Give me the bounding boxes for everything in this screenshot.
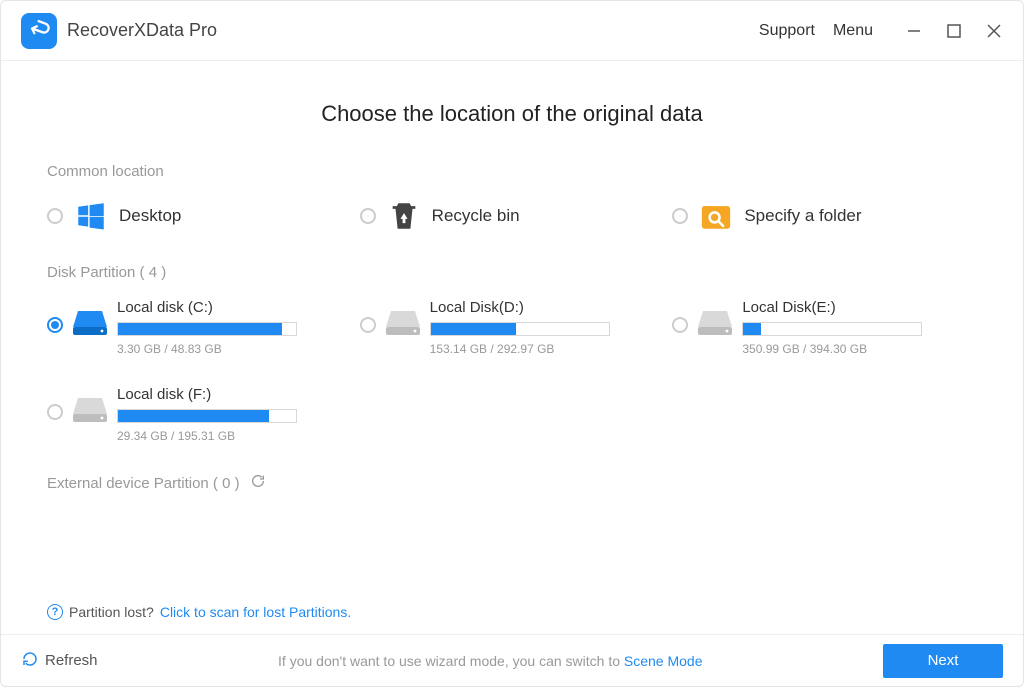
disk-size-text: 3.30 GB / 48.83 GB bbox=[117, 342, 297, 356]
refresh-icon bbox=[21, 650, 39, 672]
location-label: Desktop bbox=[119, 206, 181, 226]
footer-message: If you don't want to use wizard mode, yo… bbox=[98, 653, 883, 669]
disk-usage-bar bbox=[430, 322, 610, 336]
disk-item[interactable]: Local disk (C:) 3.30 GB / 48.83 GB bbox=[47, 299, 352, 356]
disk-size-text: 29.34 GB / 195.31 GB bbox=[117, 429, 297, 443]
scene-mode-link[interactable]: Scene Mode bbox=[624, 653, 703, 669]
drive-icon bbox=[73, 309, 107, 340]
minimize-icon[interactable] bbox=[905, 22, 923, 40]
disk-name: Local disk (C:) bbox=[117, 299, 297, 316]
maximize-icon[interactable] bbox=[945, 22, 963, 40]
footer-bar: Refresh If you don't want to use wizard … bbox=[1, 634, 1023, 686]
drive-icon bbox=[386, 309, 420, 340]
disk-partition-label: Disk Partition ( 4 ) bbox=[47, 264, 977, 281]
app-title: RecoverXData Pro bbox=[67, 20, 759, 41]
drive-icon bbox=[73, 396, 107, 427]
location-specify-folder[interactable]: Specify a folder bbox=[672, 198, 977, 234]
disk-item[interactable]: Local disk (F:) 29.34 GB / 195.31 GB bbox=[47, 386, 977, 443]
refresh-button[interactable]: Refresh bbox=[21, 650, 98, 672]
external-partition-label: External device Partition ( 0 ) bbox=[47, 473, 977, 493]
disk-item[interactable]: Local Disk(D:) 153.14 GB / 292.97 GB bbox=[360, 299, 665, 356]
radio-desktop[interactable] bbox=[47, 208, 63, 224]
location-recyclebin[interactable]: Recycle bin bbox=[360, 198, 665, 234]
disk-name: Local Disk(D:) bbox=[430, 299, 610, 316]
disk-size-text: 153.14 GB / 292.97 GB bbox=[430, 342, 610, 356]
disk-name: Local disk (F:) bbox=[117, 386, 297, 403]
menu-link[interactable]: Menu bbox=[833, 22, 873, 40]
radio-disk[interactable] bbox=[360, 317, 376, 333]
radio-folder[interactable] bbox=[672, 208, 688, 224]
common-location-label: Common location bbox=[47, 163, 977, 180]
close-icon[interactable] bbox=[985, 22, 1003, 40]
common-locations-row: Desktop Recycle bin Specify a folder bbox=[47, 198, 977, 234]
app-logo bbox=[21, 13, 57, 49]
radio-disk[interactable] bbox=[47, 404, 63, 420]
title-bar: RecoverXData Pro Support Menu bbox=[1, 1, 1023, 61]
content-area: Choose the location of the original data… bbox=[1, 61, 1023, 634]
refresh-label: Refresh bbox=[45, 652, 98, 669]
partition-lost-text: Partition lost? bbox=[69, 604, 154, 620]
next-button[interactable]: Next bbox=[883, 644, 1003, 678]
disk-size-text: 350.99 GB / 394.30 GB bbox=[742, 342, 922, 356]
location-label: Specify a folder bbox=[744, 206, 861, 226]
page-title: Choose the location of the original data bbox=[47, 101, 977, 127]
partition-lost-hint: ? Partition lost? Click to scan for lost… bbox=[47, 604, 351, 620]
refresh-external-icon[interactable] bbox=[250, 473, 266, 493]
disk-usage-bar bbox=[742, 322, 922, 336]
radio-recyclebin[interactable] bbox=[360, 208, 376, 224]
radio-disk[interactable] bbox=[47, 317, 63, 333]
disk-usage-bar bbox=[117, 322, 297, 336]
disk-item[interactable]: Local Disk(E:) 350.99 GB / 394.30 GB bbox=[672, 299, 977, 356]
radio-disk[interactable] bbox=[672, 317, 688, 333]
folder-search-icon bbox=[698, 198, 734, 234]
support-link[interactable]: Support bbox=[759, 22, 815, 40]
disk-name: Local Disk(E:) bbox=[742, 299, 922, 316]
location-desktop[interactable]: Desktop bbox=[47, 198, 352, 234]
location-label: Recycle bin bbox=[432, 206, 520, 226]
help-icon[interactable]: ? bbox=[47, 604, 63, 620]
scan-lost-partitions-link[interactable]: Click to scan for lost Partitions. bbox=[160, 604, 351, 620]
windows-icon bbox=[73, 198, 109, 234]
disk-usage-bar bbox=[117, 409, 297, 423]
recyclebin-icon bbox=[386, 198, 422, 234]
drive-icon bbox=[698, 309, 732, 340]
